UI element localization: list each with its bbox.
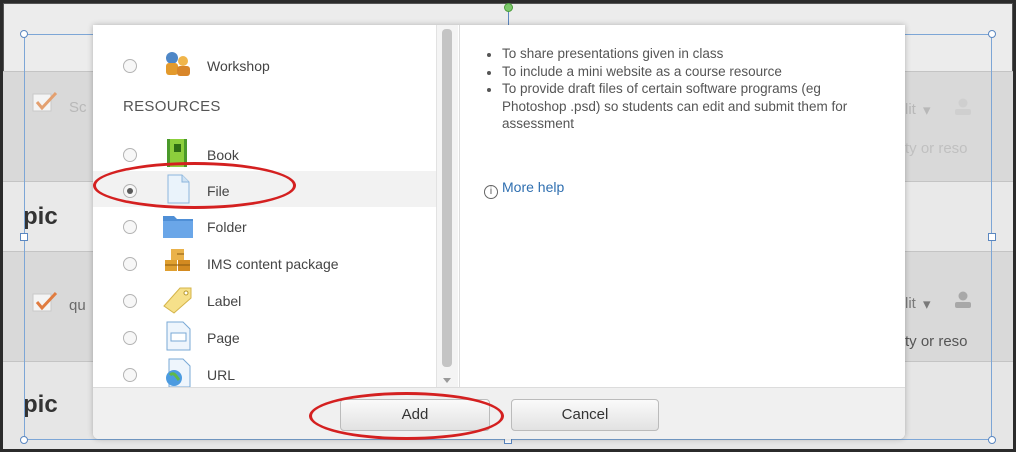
- resize-handle[interactable]: [988, 233, 996, 241]
- module-radio[interactable]: [123, 220, 137, 234]
- help-bullet: To include a mini website as a course re…: [484, 63, 884, 81]
- more-help-link[interactable]: i More help: [484, 179, 564, 199]
- activity-chooser-dialog: Workshop RESOURCES Book File Folder IMS …: [93, 25, 905, 439]
- module-label: IMS content package: [207, 256, 339, 272]
- module-label: Book: [207, 147, 239, 163]
- module-option-label[interactable]: Label: [93, 281, 436, 317]
- workshop-icon: [166, 52, 190, 76]
- module-radio[interactable]: [123, 331, 137, 345]
- more-help-label: More help: [502, 179, 565, 195]
- annotation-ellipse-add: [309, 392, 504, 440]
- annotation-ellipse-file: [93, 162, 296, 209]
- help-bullet: To provide draft files of certain softwa…: [484, 80, 884, 133]
- module-label: Label: [207, 293, 242, 309]
- module-option-url[interactable]: URL: [93, 355, 436, 387]
- module-help-panel: To share presentations given in class To…: [459, 25, 905, 387]
- resize-handle[interactable]: [20, 233, 28, 241]
- module-label: Folder: [207, 219, 247, 235]
- module-radio[interactable]: [123, 368, 137, 382]
- module-label: URL: [207, 367, 236, 383]
- scroll-down-arrow-icon[interactable]: [443, 378, 451, 383]
- resize-handle[interactable]: [988, 30, 996, 38]
- module-option-page[interactable]: Page: [93, 318, 436, 354]
- resize-handle[interactable]: [20, 436, 28, 444]
- label-icon: [163, 287, 192, 314]
- module-radio[interactable]: [123, 257, 137, 271]
- module-option-ims-content-package[interactable]: IMS content package: [93, 244, 436, 280]
- help-bullet: To share presentations given in class: [484, 45, 884, 63]
- module-radio[interactable]: [123, 294, 137, 308]
- rotate-handle[interactable]: [504, 3, 513, 12]
- module-radio[interactable]: [123, 148, 137, 162]
- resize-handle[interactable]: [20, 30, 28, 38]
- module-list-scrollbar[interactable]: [436, 25, 458, 387]
- module-radio[interactable]: [123, 59, 137, 73]
- scrollbar-thumb[interactable]: [442, 29, 452, 367]
- screenshot-frame: Sc pic qu pic lit ▾ ty or reso lit ▾ ty …: [0, 0, 1016, 452]
- resources-section-heading: RESOURCES: [123, 98, 221, 115]
- module-option-workshop[interactable]: Workshop: [93, 46, 436, 82]
- cancel-button[interactable]: Cancel: [511, 399, 659, 431]
- ims-package-icon: [165, 249, 190, 271]
- info-icon: i: [484, 185, 498, 199]
- module-option-folder[interactable]: Folder: [93, 207, 436, 243]
- resize-handle[interactable]: [988, 436, 996, 444]
- url-icon: [166, 358, 191, 387]
- folder-icon: [163, 216, 193, 238]
- module-label: Workshop: [207, 58, 270, 74]
- page-icon: [166, 321, 191, 351]
- module-label: Page: [207, 330, 240, 346]
- help-bullet-list: To share presentations given in class To…: [484, 45, 884, 133]
